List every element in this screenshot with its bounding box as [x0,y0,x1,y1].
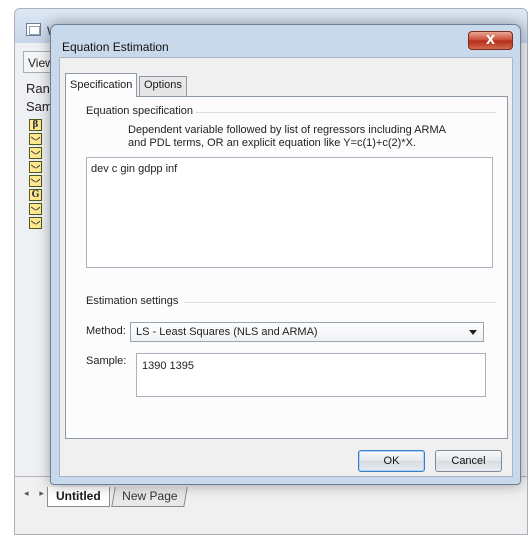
group-divider [184,302,496,303]
spec-hint-line-1: Dependent variable followed by list of r… [128,124,446,136]
chevron-down-icon [469,330,477,335]
sample-info-label: Sam [26,99,53,114]
estimation-settings-group-label: Estimation settings [86,295,179,307]
series-icon[interactable] [29,133,42,145]
ok-button[interactable]: OK [358,450,425,472]
group-divider [196,112,496,113]
series-icon[interactable] [29,203,42,215]
series-icon[interactable] [29,161,42,173]
tab-untitled[interactable]: Untitled [47,487,110,507]
specification-panel: Equation specification Dependent variabl… [65,96,508,439]
workfile-icon [26,23,41,36]
tab-new-page[interactable]: New Page [111,487,189,507]
tab-specification[interactable]: Specification [65,73,138,97]
sample-label: Sample: [86,355,127,367]
dialog-title: Equation Estimation [62,40,169,54]
equation-spec-group-label: Equation specification [86,105,194,117]
series-icon[interactable] [29,175,42,187]
range-label: Ran [26,81,50,96]
method-value: LS - Least Squares (NLS and ARMA) [136,326,318,338]
method-dropdown[interactable]: LS - Least Squares (NLS and ARMA) [130,322,484,342]
equation-estimation-dialog: Equation Estimation X Specification Opti… [50,24,521,485]
close-button[interactable]: X [468,31,513,50]
tab-options[interactable]: Options [139,76,187,96]
spec-hint-line-2: and PDL terms, OR an explicit equation l… [128,137,416,149]
group-icon[interactable]: G [29,189,42,201]
spec-hint: Dependent variable followed by list of r… [128,124,468,150]
sample-input[interactable]: 1390 1395 [136,353,486,397]
equation-spec-input[interactable]: dev c gin gdpp inf [86,157,493,268]
series-icon[interactable] [29,217,42,229]
dialog-body: Specification Options Equation specifica… [59,57,513,477]
tab-new-page-label: New Page [122,489,178,503]
cancel-button[interactable]: Cancel [435,450,502,472]
series-icon[interactable] [29,147,42,159]
page-nav-arrows[interactable]: ◂ ▸ [24,489,48,499]
coef-icon[interactable]: β [29,119,42,131]
method-label: Method: [86,325,126,337]
